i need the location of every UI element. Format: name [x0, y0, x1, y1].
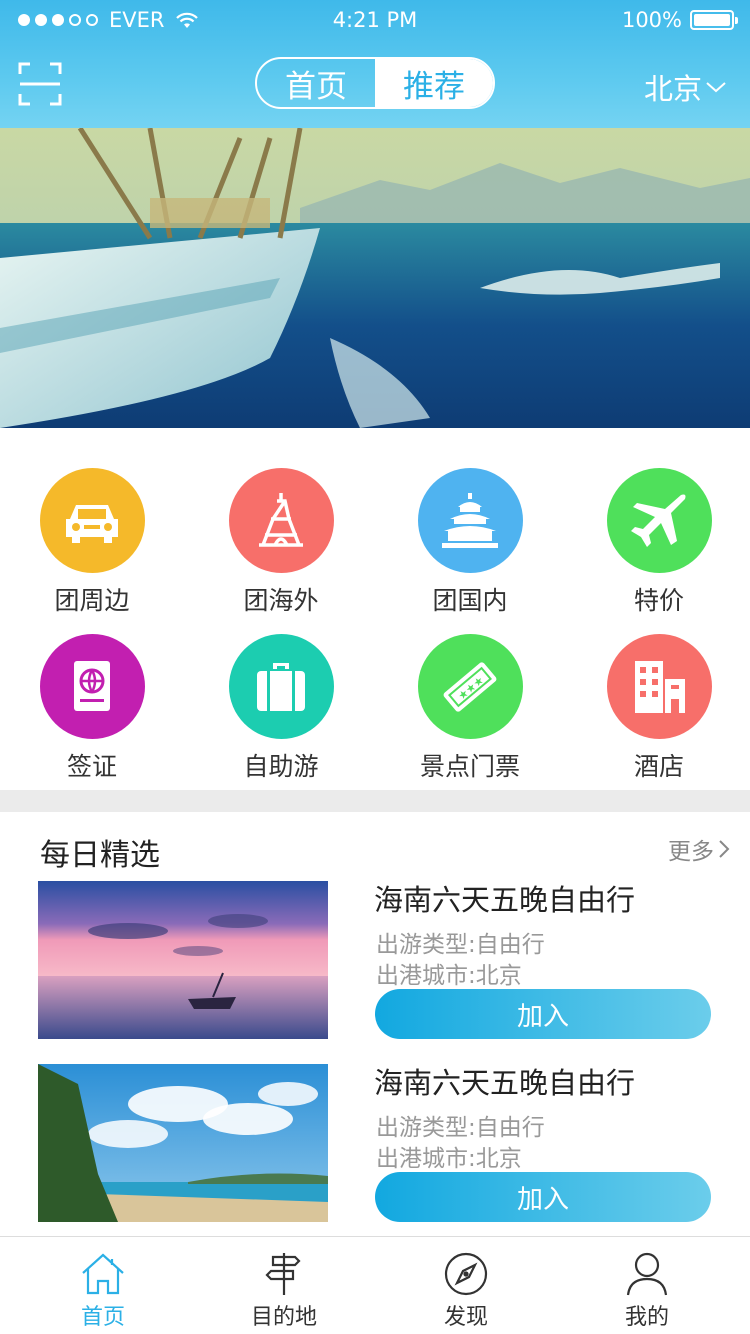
category-visa[interactable]: 签证	[22, 634, 162, 783]
section-title: 每日精选	[40, 838, 160, 873]
category-special-price[interactable]: 特价	[589, 468, 729, 617]
city-selector[interactable]: 北京	[644, 66, 728, 108]
category-label: 团国内	[432, 586, 508, 615]
banner-image[interactable]	[0, 128, 750, 428]
category-overseas[interactable]: 团海外	[211, 468, 351, 617]
item-departure-city: 出港城市:北京	[376, 963, 522, 989]
join-button[interactable]: 加入	[375, 989, 711, 1039]
status-bar: EVER 4:21 PM 100%	[0, 0, 750, 40]
list-item[interactable]: 海南六天五晚自由行 出游类型:自由行 出港城市:北京 加入	[0, 1064, 750, 1224]
home-icon	[82, 1253, 124, 1295]
plane-icon	[606, 468, 712, 573]
item-type: 出游类型:自由行	[376, 1115, 545, 1141]
join-button[interactable]: 加入	[375, 1172, 711, 1222]
tab-label: 目的地	[250, 1305, 317, 1330]
temple-icon	[417, 468, 523, 573]
category-label: 团周边	[54, 586, 130, 615]
passport-icon	[39, 634, 145, 739]
tab-recommend[interactable]: 推荐	[375, 59, 493, 107]
category-label: 景点门票	[419, 752, 520, 781]
home-recommend-toggle: 首页 推荐	[255, 57, 495, 109]
tab-destination[interactable]: 目的地	[214, 1237, 354, 1334]
battery-icon	[690, 10, 738, 30]
category-nearby[interactable]: 团周边	[22, 468, 162, 617]
category-grid: 团周边 团海外 团国内 特价 签证 自助游 ★★★ 景点门票 酒店	[0, 428, 750, 790]
ticket-icon: ★★★	[417, 634, 523, 739]
category-label: 特价	[633, 586, 684, 615]
tab-home-nav[interactable]: 首页	[33, 1237, 173, 1334]
battery-percent: 100%	[621, 8, 682, 32]
list-item[interactable]: 海南六天五晚自由行 出游类型:自由行 出港城市:北京 加入	[0, 881, 750, 1041]
signpost-icon	[265, 1253, 301, 1295]
car-icon	[39, 468, 145, 573]
more-link[interactable]: 更多	[668, 832, 730, 866]
section-divider	[0, 790, 750, 812]
tab-discover[interactable]: 发现	[396, 1237, 536, 1334]
user-icon	[626, 1252, 668, 1296]
item-title: 海南六天五晚自由行	[374, 1066, 636, 1100]
category-self-guided[interactable]: 自助游	[211, 634, 351, 783]
scan-icon[interactable]	[18, 62, 62, 106]
bottom-tab-bar: 首页 目的地 发现 我的	[0, 1236, 750, 1334]
category-domestic[interactable]: 团国内	[400, 468, 540, 617]
beach-thumbnail	[38, 1064, 328, 1222]
top-header: EVER 4:21 PM 100% 首页 推荐 北京	[0, 0, 750, 128]
item-departure-city: 出港城市:北京	[376, 1146, 522, 1172]
hotel-icon	[606, 634, 712, 739]
tower-icon	[228, 468, 334, 573]
chevron-down-icon	[706, 82, 726, 93]
tab-label: 我的	[624, 1305, 669, 1330]
tab-home[interactable]: 首页	[257, 59, 375, 107]
sunset-thumbnail	[38, 881, 328, 1039]
category-label: 签证	[66, 752, 117, 781]
compass-icon	[444, 1252, 488, 1296]
city-label: 北京	[643, 72, 702, 106]
category-label: 团海外	[243, 586, 319, 615]
category-hotel[interactable]: 酒店	[589, 634, 729, 783]
more-label: 更多	[668, 839, 714, 865]
category-label: 自助游	[243, 752, 319, 781]
suitcase-icon	[228, 634, 334, 739]
tab-label: 发现	[443, 1305, 488, 1330]
item-title: 海南六天五晚自由行	[374, 883, 636, 917]
category-tickets[interactable]: ★★★ 景点门票	[400, 634, 540, 783]
daily-picks-section: 每日精选 更多 海南六天五晚自由行 出游类型:自由行 出港城市:北京 加入 海南…	[0, 812, 750, 1236]
chevron-right-icon	[719, 840, 730, 858]
category-label: 酒店	[633, 752, 684, 781]
tab-mine[interactable]: 我的	[577, 1237, 717, 1334]
item-type: 出游类型:自由行	[376, 932, 545, 958]
battery-status: 100%	[621, 8, 738, 32]
tab-label: 首页	[80, 1305, 125, 1330]
